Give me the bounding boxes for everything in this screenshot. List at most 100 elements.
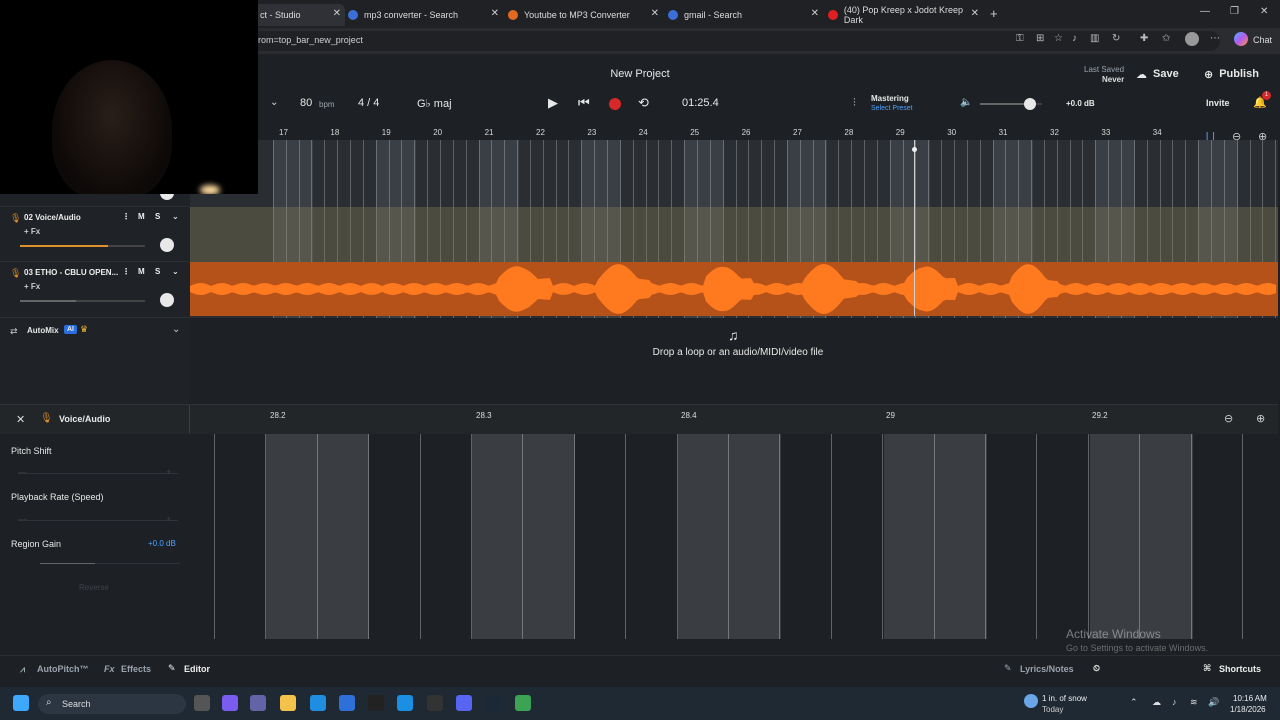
track-header-voice-audio[interactable]: 🎙 02 Voice/Audio + Fx ⋮ M S ⌄: [0, 207, 190, 262]
voice-audio-region[interactable]: [190, 207, 1278, 262]
tab-mp3-converter[interactable]: mp3 converter - Search ✕: [348, 4, 503, 26]
bpm-value[interactable]: 80: [300, 97, 312, 109]
favorites-icon[interactable]: ✩: [1162, 33, 1170, 44]
mute-speaker-icon[interactable]: 🔈: [960, 97, 972, 108]
region-gain-slider[interactable]: [40, 563, 180, 564]
mute-button[interactable]: M: [138, 212, 145, 221]
close-icon[interactable]: ✕: [333, 8, 341, 19]
task-view-icon[interactable]: [194, 695, 210, 711]
track-volume-fader[interactable]: [20, 300, 145, 302]
close-icon[interactable]: ✕: [971, 8, 979, 19]
rewind-icon[interactable]: ⏮: [578, 95, 590, 111]
wifi-icon[interactable]: ≋: [1190, 697, 1198, 708]
lyrics-notes-button[interactable]: Lyrics/Notes: [1020, 664, 1074, 674]
close-icon[interactable]: ✕: [651, 8, 659, 19]
chat-label[interactable]: Chat: [1253, 35, 1272, 45]
copilot-taskbar-icon[interactable]: [222, 695, 238, 711]
store-icon[interactable]: [339, 695, 355, 711]
zoom-in-icon[interactable]: ⊕: [1256, 412, 1265, 425]
zoom-out-icon[interactable]: ⊖: [1224, 412, 1233, 425]
key-icon[interactable]: ⚿: [1016, 33, 1024, 44]
tab-gmail-search[interactable]: gmail - Search ✕: [668, 4, 823, 26]
editor-button[interactable]: Editor: [184, 664, 210, 674]
tab-youtube-converter[interactable]: Youtube to MP3 Converter ✕: [508, 4, 663, 26]
mic-icon[interactable]: ♪: [1072, 33, 1077, 44]
close-icon[interactable]: ✕: [811, 8, 819, 19]
chevron-down-icon[interactable]: ⌄: [172, 324, 180, 335]
play-icon[interactable]: ▶: [548, 95, 558, 111]
weather-text[interactable]: 1 in. of snow: [1042, 694, 1087, 703]
playhead[interactable]: [914, 140, 915, 316]
tab-studio[interactable]: ct - Studio ✕: [250, 4, 345, 26]
invite-button[interactable]: Invite: [1206, 98, 1230, 108]
mute-button[interactable]: M: [138, 267, 145, 276]
app-icon[interactable]: [397, 695, 413, 711]
discord-icon[interactable]: [456, 695, 472, 711]
clock-time[interactable]: 10:16 AM: [1233, 694, 1267, 703]
shortcuts-button[interactable]: Shortcuts: [1219, 664, 1261, 674]
close-icon[interactable]: ✕: [491, 8, 499, 19]
weather-icon[interactable]: [1024, 694, 1038, 708]
cloud-icon[interactable]: ☁: [1152, 697, 1161, 708]
copilot-icon[interactable]: [1234, 32, 1248, 46]
close-icon[interactable]: ✕: [16, 413, 25, 426]
chevron-down-icon[interactable]: ⌄: [172, 212, 179, 221]
editor-grid[interactable]: [190, 434, 1278, 639]
apps-icon[interactable]: ⊞: [1036, 33, 1044, 44]
metronome-icon[interactable]: ⏲: [1093, 663, 1100, 674]
pitch-shift-slider[interactable]: [18, 473, 178, 474]
autopitch-button[interactable]: AutoPitch™: [37, 664, 89, 674]
loop-icon[interactable]: ⟲: [638, 95, 649, 111]
automix-label[interactable]: AutoMix: [27, 326, 59, 335]
playhead-handle[interactable]: [912, 147, 917, 152]
mic-icon[interactable]: ♪: [1172, 697, 1177, 707]
time-signature[interactable]: 4 / 4: [358, 97, 379, 109]
pan-knob[interactable]: [160, 293, 174, 307]
track-header-etho[interactable]: 🎙 03 ETHO - CBLU OPEN... + Fx ⋮ M S ⌄: [0, 262, 190, 318]
extensions-icon[interactable]: ✚: [1140, 33, 1148, 44]
track-menu-icon[interactable]: ⋮: [122, 212, 130, 221]
teams-icon[interactable]: [250, 695, 266, 711]
edge-icon[interactable]: [310, 695, 326, 711]
mastering-label[interactable]: Mastering: [871, 94, 909, 103]
chevron-down-icon[interactable]: ⌄: [172, 267, 179, 276]
restore-icon[interactable]: ❐: [1230, 6, 1239, 17]
more-icon[interactable]: ⋯: [1210, 33, 1220, 44]
file-explorer-icon[interactable]: [280, 695, 296, 711]
split-screen-icon[interactable]: ▥: [1090, 33, 1099, 44]
profile-avatar[interactable]: [1185, 32, 1199, 46]
timeline-ruler[interactable]: 17 18 19 20 21 22 23 24 25 26 27 28 29 30 31 32 33 34: [190, 125, 1200, 139]
effects-button[interactable]: Effects: [121, 664, 151, 674]
reverse-button[interactable]: Reverse: [79, 583, 109, 592]
add-fx-button[interactable]: + Fx: [24, 282, 40, 291]
minimize-icon[interactable]: —: [1200, 6, 1210, 17]
solo-button[interactable]: S: [155, 212, 160, 221]
track-volume-fader[interactable]: [20, 245, 145, 247]
epic-games-icon[interactable]: [368, 695, 384, 711]
chrome-icon[interactable]: [515, 695, 531, 711]
add-fx-button[interactable]: + Fx: [24, 227, 40, 236]
new-tab-button[interactable]: +: [990, 6, 998, 21]
key-selector[interactable]: G♭ maj: [417, 97, 452, 110]
windows-start-icon[interactable]: [13, 695, 29, 711]
track-name[interactable]: 02 Voice/Audio: [24, 213, 81, 222]
publish-button[interactable]: ⊕ Publish: [1204, 66, 1259, 82]
audio-waveform-region[interactable]: [190, 262, 1278, 316]
pan-knob[interactable]: [160, 238, 174, 252]
tab-youtube[interactable]: (40) Pop Kreep x Jodot Kreep Dark ✕: [828, 4, 983, 26]
refresh-icon[interactable]: ↻: [1112, 33, 1120, 44]
save-button[interactable]: ☁ Save: [1136, 66, 1179, 82]
record-icon[interactable]: [609, 98, 621, 110]
chevron-down-icon[interactable]: ⌄: [270, 97, 278, 108]
speaker-icon[interactable]: 🔊: [1208, 697, 1219, 708]
playback-rate-slider[interactable]: [18, 520, 178, 521]
favorite-star-icon[interactable]: ☆: [1054, 33, 1063, 44]
taskbar-search[interactable]: ⌕ Search: [38, 694, 186, 714]
track-name[interactable]: 03 ETHO - CBLU OPEN...: [24, 268, 118, 277]
chevron-up-icon[interactable]: ⌃: [1130, 697, 1138, 708]
solo-button[interactable]: S: [155, 267, 160, 276]
steam-icon[interactable]: [485, 695, 501, 711]
mastering-preset[interactable]: Select Preset: [871, 105, 913, 112]
window-close-icon[interactable]: ✕: [1260, 6, 1268, 17]
volume-slider[interactable]: [980, 98, 1042, 110]
